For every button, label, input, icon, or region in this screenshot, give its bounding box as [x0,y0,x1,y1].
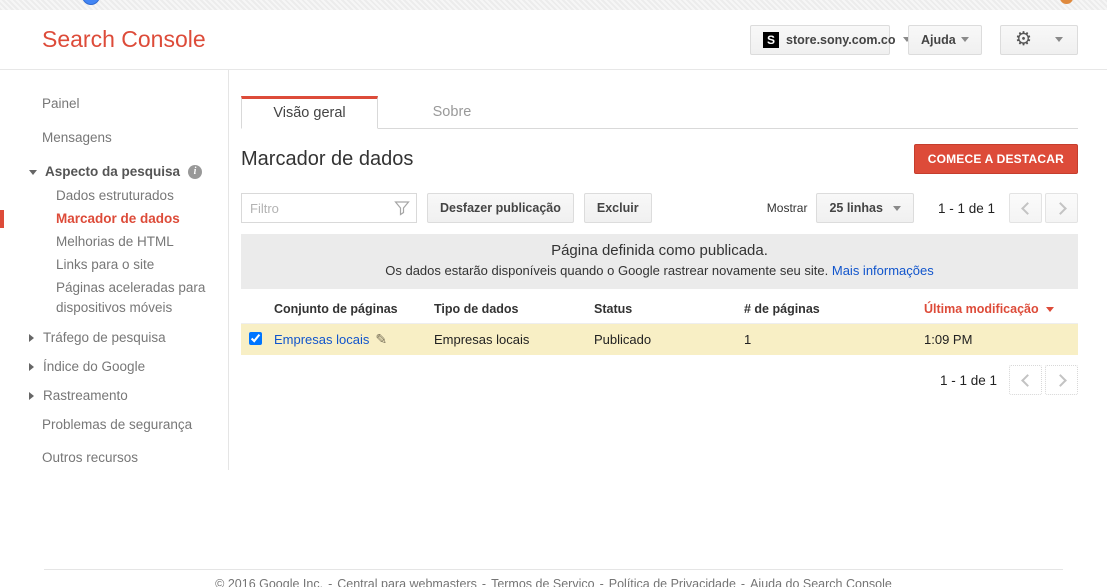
browser-chrome-strip [0,0,1107,10]
next-page-button[interactable] [1045,193,1078,223]
prev-page-button[interactable] [1009,365,1042,395]
column-header-status[interactable]: Status [594,302,744,316]
sidebar-item-dados-estruturados[interactable]: Dados estruturados [0,186,215,206]
page-set-link[interactable]: Empresas locais [274,332,369,347]
sort-desc-icon [1046,307,1054,312]
sidebar-group-rastreamento[interactable]: Rastreamento [0,386,228,406]
sidebar-item-melhorias-de-html[interactable]: Melhorias de HTML [0,232,215,252]
gear-icon: ⚙ [1015,30,1032,49]
triangle-right-icon [29,363,34,371]
sidebar-group-label: Aspecto da pesquisa [45,162,180,182]
column-header-last-modified[interactable]: Última modificação [924,302,1078,316]
app-title: Search Console [42,26,206,53]
status-cell: Publicado [594,332,744,347]
page-title: Marcador de dados [241,148,413,171]
next-page-button[interactable] [1045,365,1078,395]
tab-visao-geral[interactable]: Visão geral [241,96,378,129]
site-selector-label: store.sony.com.co [786,33,896,47]
pagination-range: 1 - 1 de 1 [940,373,997,388]
filter-wrap [241,193,417,223]
prev-page-button[interactable] [1009,193,1042,223]
footer-link-help[interactable]: Ajuda do Search Console [750,577,892,587]
start-highlighting-button[interactable]: COMECE A DESTACAR [914,144,1078,174]
pages-count-cell: 1 [744,332,924,347]
chevron-right-icon [1054,374,1067,387]
info-icon[interactable]: i [188,165,202,179]
sidebar-item-problemas-de-seguranca[interactable]: Problemas de segurança [0,415,228,435]
column-header-label: Última modificação [924,302,1039,316]
chevron-right-icon [1054,202,1067,215]
sidebar-item-outros-recursos[interactable]: Outros recursos [0,448,228,468]
chevron-left-icon [1021,202,1034,215]
show-label: Mostrar [767,201,808,215]
column-header-data-type[interactable]: Tipo de dados [434,302,594,316]
sidebar-item-links-para-o-site[interactable]: Links para o site [0,255,215,275]
site-favicon-icon: S [763,32,779,48]
chevron-left-icon [1021,374,1034,387]
orange-circle-icon [1060,0,1073,4]
footer-link-terms[interactable]: Termos de Serviço [491,577,595,587]
footer-link-webmasters[interactable]: Central para webmasters [337,577,477,587]
settings-dropdown[interactable]: ⚙ [1000,25,1078,55]
last-modified-cell: 1:09 PM [924,332,1078,347]
sidebar-group-label: Índice do Google [43,357,145,377]
banner-title: Página definida como publicada. [251,242,1068,259]
rows-per-page-dropdown[interactable]: 25 linhas [816,193,914,223]
blue-circle-icon [82,0,100,5]
search-console-page: Search Console S store.sony.com.co Ajuda… [0,0,1107,587]
body-wrap: Painel Mensagens Aspecto da pesquisa i D… [0,70,1107,470]
triangle-right-icon [29,392,34,400]
table-header-row: Conjunto de páginas Tipo de dados Status… [241,295,1078,324]
sidebar-group-trafego-de-pesquisa[interactable]: Tráfego de pesquisa [0,328,228,348]
pagination-range: 1 - 1 de 1 [938,201,995,216]
data-type-cell: Empresas locais [434,332,594,347]
filter-input[interactable] [241,193,417,223]
unpublish-button[interactable]: Desfazer publicação [427,193,574,223]
header-controls: S store.sony.com.co Ajuda ⚙ [750,25,1078,55]
tab-bar: Visão geral Sobre [241,96,1078,129]
title-row: Marcador de dados COMECE A DESTACAR [241,144,1078,174]
tab-sobre[interactable]: Sobre [378,96,526,128]
rows-per-page-value: 25 linhas [829,201,883,215]
row-checkbox-cell [241,332,274,348]
toolbar-right: Mostrar 25 linhas 1 - 1 de 1 [767,193,1078,223]
sidebar-group-indice-do-google[interactable]: Índice do Google [0,357,228,377]
published-banner: Página definida como publicada. Os dados… [241,234,1078,289]
triangle-down-icon [29,170,37,175]
page-set-cell: Empresas locais ✎ [274,331,434,348]
sidebar-item-paginas-aceleradas[interactable]: Páginas aceleradas para dispositivos móv… [0,278,215,318]
help-label: Ajuda [921,33,956,47]
triangle-right-icon [29,334,34,342]
chevron-down-icon [1055,37,1063,42]
app-header: Search Console S store.sony.com.co Ajuda… [0,10,1107,70]
table-toolbar: Desfazer publicação Excluir Mostrar 25 l… [241,193,1078,223]
column-header-pages[interactable]: # de páginas [744,302,924,316]
sidebar-item-marcador-de-dados[interactable]: Marcador de dados [0,209,215,229]
footer-link-privacy[interactable]: Política de Privacidade [609,577,736,587]
sidebar-group-label: Rastreamento [43,386,128,406]
column-header-page-set[interactable]: Conjunto de páginas [274,302,434,316]
sidebar-group-label: Tráfego de pesquisa [43,328,166,348]
copyright-text: © 2016 Google Inc. [215,577,323,587]
main-content: Visão geral Sobre Marcador de dados COME… [229,70,1107,395]
row-checkbox[interactable] [249,332,262,345]
edit-pencil-icon[interactable]: ✎ [375,331,387,347]
help-dropdown[interactable]: Ajuda [908,25,982,55]
banner-text: Os dados estarão disponíveis quando o Go… [385,263,828,278]
sidebar-nav: Painel Mensagens Aspecto da pesquisa i D… [0,70,229,470]
banner-body: Os dados estarão disponíveis quando o Go… [251,263,1068,278]
site-selector-dropdown[interactable]: S store.sony.com.co [750,25,890,55]
chevron-down-icon [893,206,901,211]
sidebar-item-painel[interactable]: Painel [0,94,228,114]
sidebar-group-aspecto-da-pesquisa[interactable]: Aspecto da pesquisa i [0,162,228,182]
sidebar-item-mensagens[interactable]: Mensagens [0,128,228,148]
table-row: Empresas locais ✎ Empresas locais Publica… [241,324,1078,355]
funnel-icon [394,200,410,221]
page-footer: © 2016 Google Inc.-Central para webmaste… [44,569,1063,587]
delete-button[interactable]: Excluir [584,193,652,223]
chevron-down-icon [961,37,969,42]
more-info-link[interactable]: Mais informações [832,263,934,278]
bottom-pagination: 1 - 1 de 1 [241,365,1078,395]
